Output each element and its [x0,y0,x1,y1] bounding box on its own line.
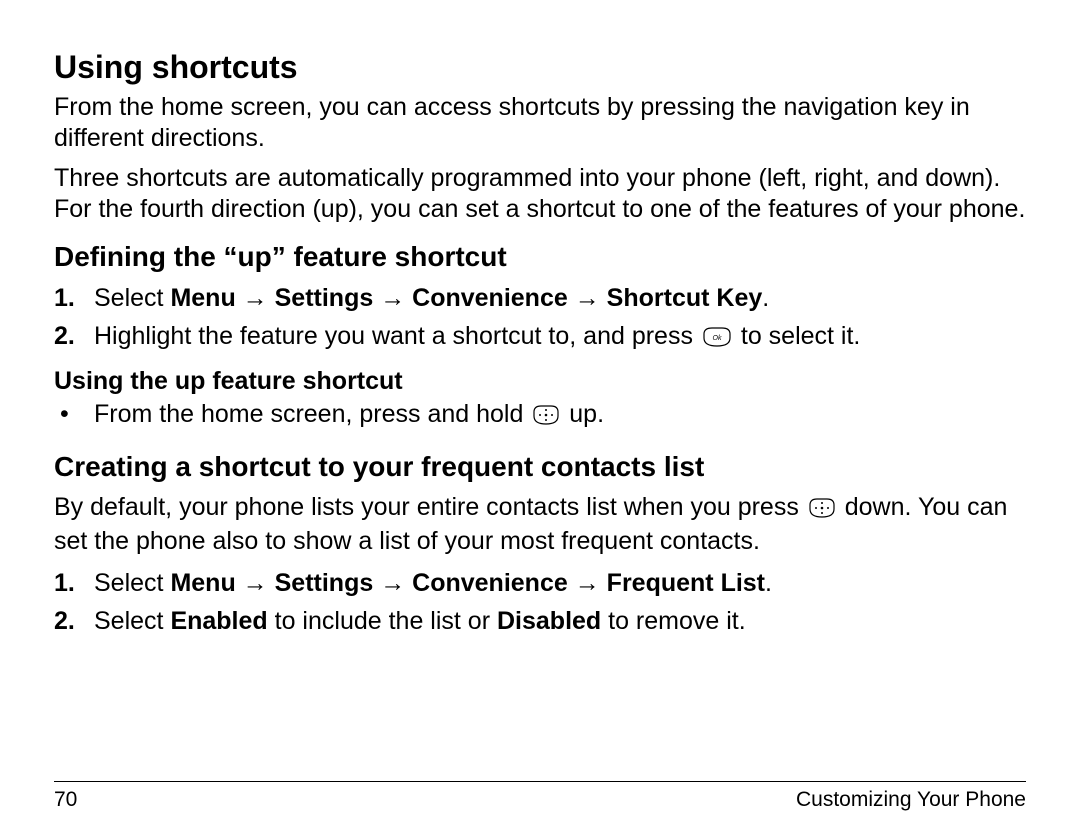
bullet-item: From the home screen, press and hold up. [54,398,1026,434]
step-text-prefix: Select [94,569,170,597]
navigation-key-icon [532,402,560,434]
page-number: 70 [54,788,77,812]
step-text-pre: Highlight the feature you want a shortcu… [94,322,700,350]
step-number: 1. [54,282,75,314]
subheading-defining-up: Defining the “up” feature shortcut [54,240,1026,274]
menu-path: Menu → Settings → Convenience → Shortcut… [170,284,762,312]
period: . [762,284,769,312]
bullet-text-post: up. [569,400,604,428]
step-2: 2. Highlight the feature you want a shor… [54,320,1026,356]
step-text-pre: Select [94,607,170,635]
step-1: 1. Select Menu → Settings → Convenience … [54,282,1026,314]
menu-path: Menu → Settings → Convenience → Frequent… [170,569,765,597]
svg-text:Ok: Ok [712,335,721,342]
step-text-mid: to include the list or [268,607,497,635]
step-text-post: to remove it. [601,607,746,635]
step-number: 2. [54,320,75,352]
page-title: Using shortcuts [54,48,1026,86]
navigation-key-icon [808,496,836,527]
manual-page: Using shortcuts From the home screen, yo… [0,0,1080,834]
option-disabled: Disabled [497,607,601,635]
intro-paragraph-1: From the home screen, you can access sho… [54,92,1026,153]
footer-section-title: Customizing Your Phone [796,788,1026,812]
step-number: 1. [54,567,75,599]
step-1: 1. Select Menu → Settings → Convenience … [54,567,1026,599]
step-2: 2. Select Enabled to include the list or… [54,605,1026,637]
steps-frequent-contacts: 1. Select Menu → Settings → Convenience … [54,567,1026,637]
step-text-prefix: Select [94,284,170,312]
option-enabled: Enabled [170,607,267,635]
steps-defining-up: 1. Select Menu → Settings → Convenience … [54,282,1026,356]
frequent-contacts-paragraph: By default, your phone lists your entire… [54,492,1026,557]
bullet-list-using-up: From the home screen, press and hold up. [54,398,1026,434]
period: . [765,569,772,597]
subheading-frequent-contacts: Creating a shortcut to your frequent con… [54,450,1026,484]
step-text-post: to select it. [741,322,861,350]
subsubheading-using-up: Using the up feature shortcut [54,366,1026,396]
bullet-text-pre: From the home screen, press and hold [94,400,530,428]
page-footer: 70 Customizing Your Phone [54,788,1026,812]
footer-divider [54,781,1026,782]
intro-paragraph-2: Three shortcuts are automatically progra… [54,163,1026,224]
step-number: 2. [54,605,75,637]
ok-key-icon: Ok [702,324,732,356]
para-text-pre: By default, your phone lists your entire… [54,493,806,521]
